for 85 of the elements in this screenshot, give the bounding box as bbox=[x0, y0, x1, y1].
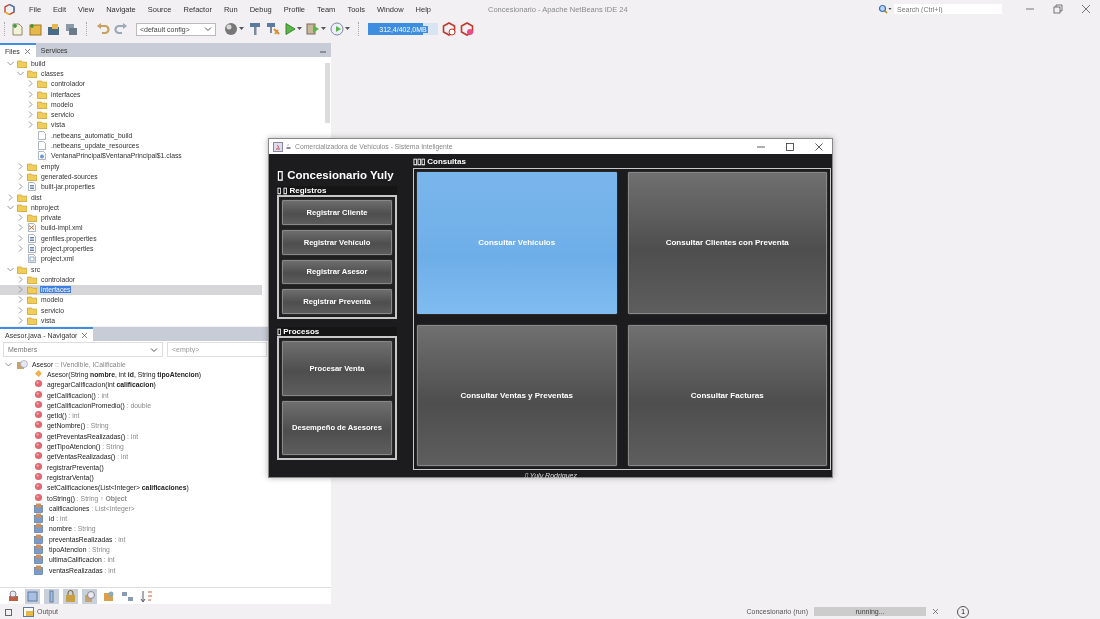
caret-icon[interactable] bbox=[239, 27, 244, 31]
close-icon[interactable] bbox=[1081, 4, 1091, 14]
caret-icon[interactable] bbox=[345, 27, 350, 31]
search-icon[interactable] bbox=[878, 4, 892, 14]
caret-icon bbox=[204, 26, 212, 32]
cup-icon bbox=[286, 143, 292, 150]
field-icon bbox=[34, 544, 45, 555]
globe-icon[interactable] bbox=[224, 22, 238, 36]
field-icon bbox=[34, 513, 45, 525]
class-icon bbox=[16, 358, 28, 370]
diamond-icon bbox=[34, 368, 43, 380]
field-icon bbox=[34, 564, 45, 576]
method-icon bbox=[34, 492, 43, 504]
sort-order-icon[interactable] bbox=[139, 588, 154, 604]
section-label: ▯▯▯ Consultas bbox=[413, 157, 467, 168]
chevron-icon[interactable] bbox=[26, 89, 35, 99]
netbeans-logo-icon bbox=[4, 3, 15, 15]
lock-icon[interactable] bbox=[63, 588, 78, 604]
properties-file-icon bbox=[27, 233, 37, 243]
scrollbar[interactable] bbox=[325, 63, 330, 123]
field-icon bbox=[34, 502, 45, 514]
close-icon[interactable] bbox=[932, 608, 939, 615]
query-button[interactable]: Consultar Ventas y Preventas bbox=[416, 323, 618, 467]
chevron-icon[interactable] bbox=[16, 161, 25, 171]
gc-icon[interactable] bbox=[442, 22, 456, 36]
field-icon bbox=[34, 533, 45, 545]
close-project-icon[interactable] bbox=[64, 22, 78, 36]
chevron-icon[interactable] bbox=[26, 79, 35, 89]
chevron-icon[interactable] bbox=[26, 99, 35, 109]
inherited-members-icon[interactable] bbox=[6, 588, 21, 604]
section-label: ▯ ▯ Registros bbox=[277, 186, 397, 195]
method-icon bbox=[34, 471, 43, 483]
method-icon bbox=[34, 389, 43, 401]
properties-file-icon bbox=[27, 182, 37, 192]
caret-icon bbox=[150, 346, 158, 353]
output-icon bbox=[23, 606, 34, 617]
class-file-icon bbox=[37, 151, 47, 161]
profiler-icon[interactable] bbox=[460, 22, 474, 36]
method-icon bbox=[34, 430, 43, 442]
chevron-icon[interactable] bbox=[16, 171, 25, 181]
restore-icon[interactable] bbox=[1053, 4, 1063, 14]
close-icon[interactable] bbox=[81, 331, 89, 339]
chevron-icon[interactable] bbox=[16, 316, 25, 326]
chevron-icon[interactable] bbox=[16, 213, 25, 223]
caret-icon[interactable] bbox=[297, 27, 302, 31]
run-icon[interactable] bbox=[284, 22, 296, 36]
close-icon[interactable] bbox=[23, 47, 31, 55]
chevron-icon[interactable] bbox=[16, 223, 25, 233]
query-button[interactable]: Consultar Facturas bbox=[626, 323, 828, 467]
java-icon bbox=[273, 141, 283, 152]
chevron-icon[interactable] bbox=[16, 182, 25, 192]
close-icon[interactable] bbox=[814, 141, 824, 152]
field-icon bbox=[34, 523, 45, 535]
clean-build-icon[interactable] bbox=[266, 22, 280, 36]
xml-file-icon bbox=[27, 254, 37, 264]
chevron-icon[interactable] bbox=[16, 285, 25, 295]
window-icon[interactable] bbox=[5, 607, 13, 616]
query-button[interactable]: Consultar Clientes con Preventa bbox=[626, 171, 828, 315]
caret-icon[interactable] bbox=[321, 27, 326, 31]
new-project-icon[interactable] bbox=[28, 22, 42, 36]
redo-icon[interactable] bbox=[114, 22, 128, 36]
chevron-icon[interactable] bbox=[16, 295, 25, 305]
class-icon[interactable] bbox=[82, 588, 97, 604]
static-icon[interactable] bbox=[44, 588, 59, 604]
chevron-icon[interactable] bbox=[16, 233, 25, 243]
method-icon bbox=[34, 461, 43, 473]
fields-icon[interactable] bbox=[25, 588, 40, 604]
field-icon bbox=[34, 554, 45, 566]
hammer-icon[interactable] bbox=[248, 22, 262, 36]
method-icon bbox=[34, 399, 43, 411]
app-heading: ▯ Concesionario Yuly bbox=[277, 168, 394, 182]
chevron-icon[interactable] bbox=[26, 110, 35, 120]
open-project-icon[interactable] bbox=[46, 22, 60, 36]
chevron-icon[interactable] bbox=[16, 274, 25, 284]
chevron-icon[interactable] bbox=[26, 120, 35, 130]
ant-file-icon bbox=[27, 223, 37, 233]
properties-file-icon bbox=[27, 244, 37, 253]
section-label: ▯ Procesos bbox=[277, 327, 397, 336]
maximize-icon[interactable] bbox=[785, 141, 795, 152]
undo-icon[interactable] bbox=[96, 22, 110, 36]
chevron-icon[interactable] bbox=[16, 305, 25, 315]
debug-icon[interactable] bbox=[306, 22, 320, 36]
chevron-icon[interactable] bbox=[6, 192, 15, 202]
new-file-icon[interactable] bbox=[10, 22, 24, 36]
chevron-icon[interactable] bbox=[16, 244, 25, 253]
